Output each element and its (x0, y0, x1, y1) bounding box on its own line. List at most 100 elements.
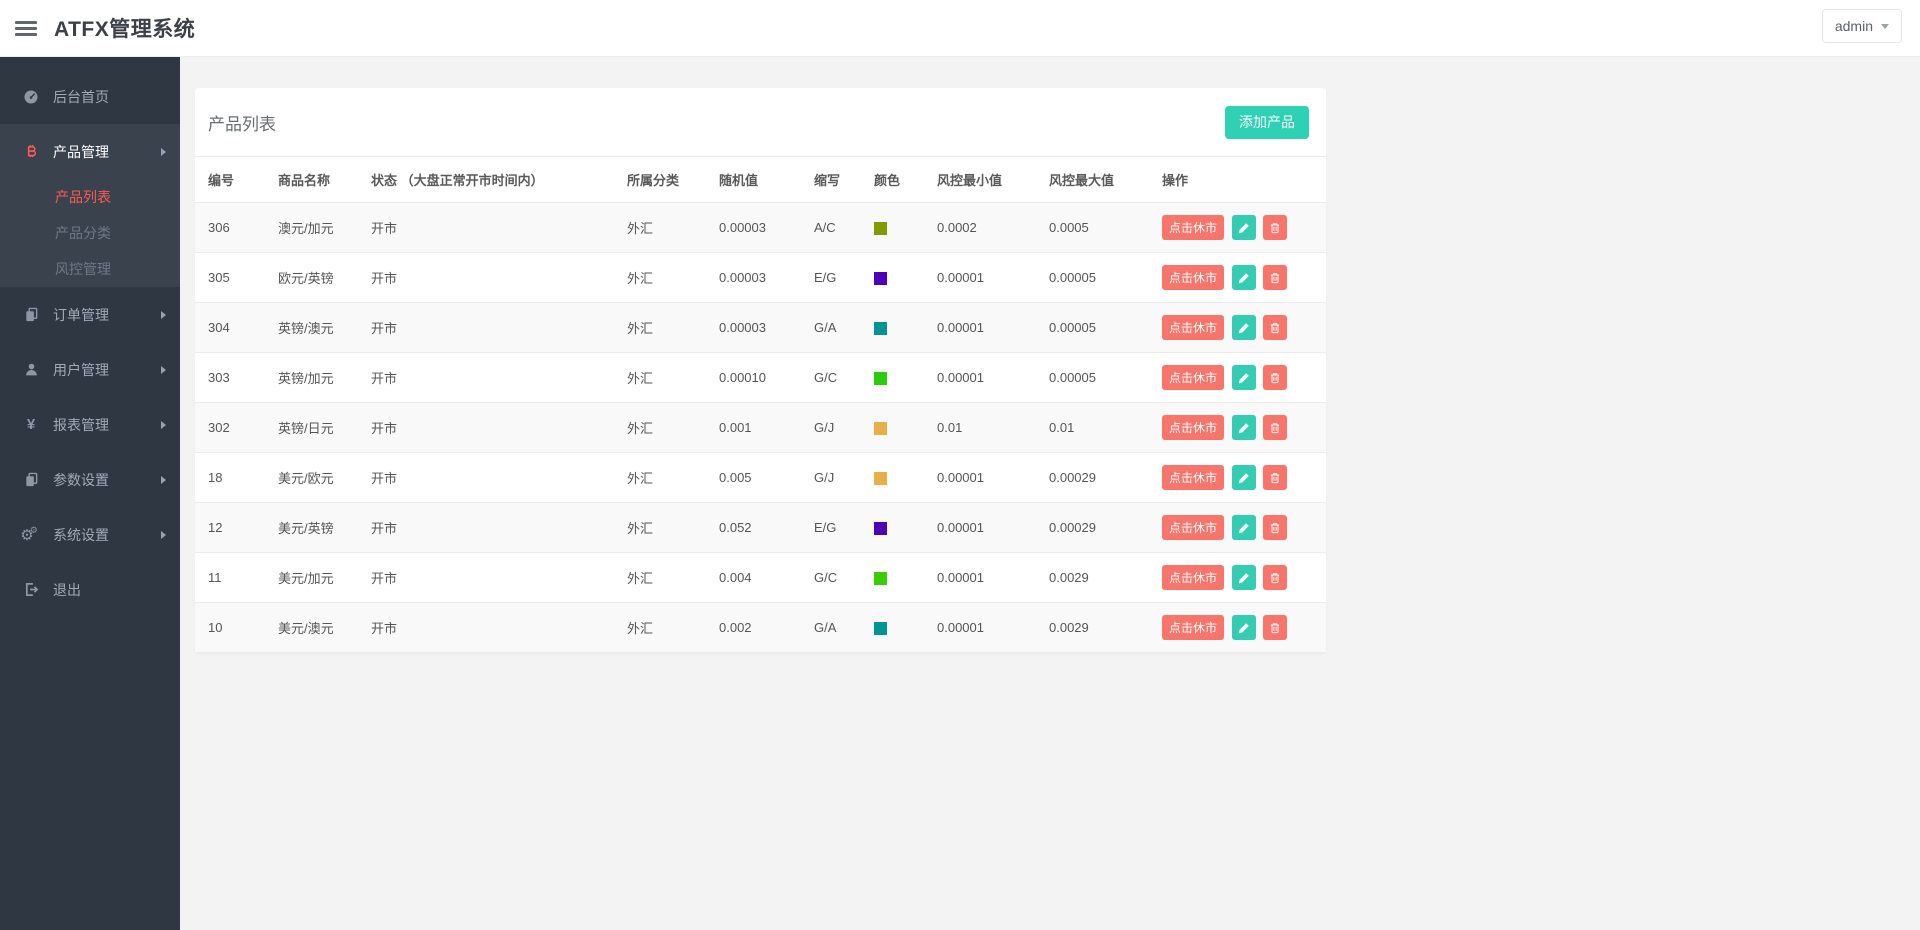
close-market-button[interactable]: 点击休市 (1162, 465, 1224, 490)
cell-actions: 点击休市 (1149, 203, 1326, 253)
edit-button[interactable] (1232, 415, 1256, 440)
col-actions: 操作 (1149, 157, 1326, 203)
cell-id: 305 (195, 253, 265, 303)
delete-button[interactable] (1263, 515, 1287, 540)
hamburger-menu-icon[interactable] (15, 18, 37, 39)
trash-icon (1269, 372, 1281, 384)
col-category: 所属分类 (614, 157, 706, 203)
close-market-button[interactable]: 点击休市 (1162, 315, 1224, 340)
close-market-button[interactable]: 点击休市 (1162, 265, 1224, 290)
pencil-icon (1238, 272, 1250, 284)
sidebar-item-users[interactable]: 用户管理 (0, 342, 180, 397)
cell-random-value: 0.004 (706, 553, 801, 603)
cell-actions: 点击休市 (1149, 303, 1326, 353)
sidebar: 后台首页 产品管理 产品列表 产品分类 风控管理 订单管理 用户管理 (0, 57, 180, 930)
delete-button[interactable] (1263, 265, 1287, 290)
cell-color (861, 503, 924, 553)
edit-button[interactable] (1232, 515, 1256, 540)
cell-risk-max: 0.00005 (1036, 353, 1149, 403)
chevron-right-icon (161, 476, 166, 484)
user-icon (22, 362, 40, 377)
cell-risk-max: 0.00005 (1036, 253, 1149, 303)
cell-category: 外汇 (614, 403, 706, 453)
cell-color (861, 553, 924, 603)
sidebar-item-home[interactable]: 后台首页 (0, 69, 180, 124)
delete-button[interactable] (1263, 415, 1287, 440)
user-dropdown-label: admin (1835, 18, 1873, 34)
cell-category: 外汇 (614, 603, 706, 653)
sidebar-item-product-list[interactable]: 产品列表 (0, 179, 180, 215)
sidebar-group-products: 产品管理 产品列表 产品分类 风控管理 (0, 124, 180, 287)
cell-actions: 点击休市 (1149, 553, 1326, 603)
color-chip (874, 222, 887, 235)
delete-button[interactable] (1263, 315, 1287, 340)
sidebar-item-reports[interactable]: ¥ 报表管理 (0, 397, 180, 452)
color-chip (874, 322, 887, 335)
color-chip (874, 372, 887, 385)
product-list-card: 产品列表 添加产品 编号 商品名称 状态 （大盘正常开市时间内） 所属分类 随机… (195, 88, 1326, 653)
cell-category: 外汇 (614, 353, 706, 403)
cell-abbr: A/C (801, 203, 861, 253)
close-market-button[interactable]: 点击休市 (1162, 365, 1224, 390)
pencil-icon (1238, 422, 1250, 434)
table-header-row: 编号 商品名称 状态 （大盘正常开市时间内） 所属分类 随机值 缩写 颜色 风控… (195, 157, 1326, 203)
sidebar-item-product-management[interactable]: 产品管理 (0, 124, 180, 179)
cell-risk-min: 0.00001 (924, 303, 1036, 353)
trash-icon (1269, 422, 1281, 434)
edit-button[interactable] (1232, 615, 1256, 640)
sidebar-item-risk-management[interactable]: 风控管理 (0, 251, 180, 287)
cell-product-name: 美元/澳元 (265, 603, 358, 653)
sidebar-item-label: 订单管理 (53, 305, 109, 325)
close-market-button[interactable]: 点击休市 (1162, 215, 1224, 240)
cell-risk-min: 0.00001 (924, 353, 1036, 403)
sidebar-item-label: 后台首页 (53, 87, 109, 107)
table-row: 11 美元/加元 开市 外汇 0.004 G/C 0.00001 0.0029 … (195, 553, 1326, 603)
cell-color (861, 353, 924, 403)
delete-button[interactable] (1263, 365, 1287, 390)
cell-product-name: 英镑/澳元 (265, 303, 358, 353)
close-market-button[interactable]: 点击休市 (1162, 615, 1224, 640)
sidebar-item-logout[interactable]: 退出 (0, 562, 180, 617)
user-dropdown[interactable]: admin (1822, 9, 1902, 43)
edit-button[interactable] (1232, 265, 1256, 290)
add-product-button[interactable]: 添加产品 (1225, 106, 1309, 139)
sidebar-item-parameters[interactable]: 参数设置 (0, 452, 180, 507)
cell-status: 开市 (358, 203, 614, 253)
delete-button[interactable] (1263, 615, 1287, 640)
product-table: 编号 商品名称 状态 （大盘正常开市时间内） 所属分类 随机值 缩写 颜色 风控… (195, 156, 1326, 653)
table-row: 10 美元/澳元 开市 外汇 0.002 G/A 0.00001 0.0029 … (195, 603, 1326, 653)
cell-status: 开市 (358, 303, 614, 353)
cell-abbr: G/A (801, 303, 861, 353)
pencil-icon (1238, 472, 1250, 484)
edit-button[interactable] (1232, 315, 1256, 340)
table-body: 306 澳元/加元 开市 外汇 0.00003 A/C 0.0002 0.000… (195, 203, 1326, 653)
delete-button[interactable] (1263, 465, 1287, 490)
sidebar-item-system-settings[interactable]: ⚙⚙ 系统设置 (0, 507, 180, 562)
close-market-button[interactable]: 点击休市 (1162, 415, 1224, 440)
close-market-button[interactable]: 点击休市 (1162, 515, 1224, 540)
edit-button[interactable] (1232, 565, 1256, 590)
page-title: 产品列表 (208, 110, 276, 135)
cell-status: 开市 (358, 253, 614, 303)
col-status: 状态 （大盘正常开市时间内） (358, 157, 614, 203)
edit-button[interactable] (1232, 215, 1256, 240)
cell-category: 外汇 (614, 503, 706, 553)
cell-random-value: 0.005 (706, 453, 801, 503)
edit-button[interactable] (1232, 365, 1256, 390)
color-chip (874, 622, 887, 635)
delete-button[interactable] (1263, 565, 1287, 590)
close-market-button[interactable]: 点击休市 (1162, 565, 1224, 590)
cell-id: 302 (195, 403, 265, 453)
cell-random-value: 0.052 (706, 503, 801, 553)
cell-abbr: G/J (801, 403, 861, 453)
sidebar-item-label: 退出 (53, 580, 81, 600)
cell-abbr: G/A (801, 603, 861, 653)
sidebar-item-orders[interactable]: 订单管理 (0, 287, 180, 342)
sidebar-item-product-category[interactable]: 产品分类 (0, 215, 180, 251)
cell-random-value: 0.00003 (706, 303, 801, 353)
cell-id: 306 (195, 203, 265, 253)
delete-button[interactable] (1263, 215, 1287, 240)
table-row: 302 英镑/日元 开市 外汇 0.001 G/J 0.01 0.01 点击休市 (195, 403, 1326, 453)
pencil-icon (1238, 222, 1250, 234)
edit-button[interactable] (1232, 465, 1256, 490)
